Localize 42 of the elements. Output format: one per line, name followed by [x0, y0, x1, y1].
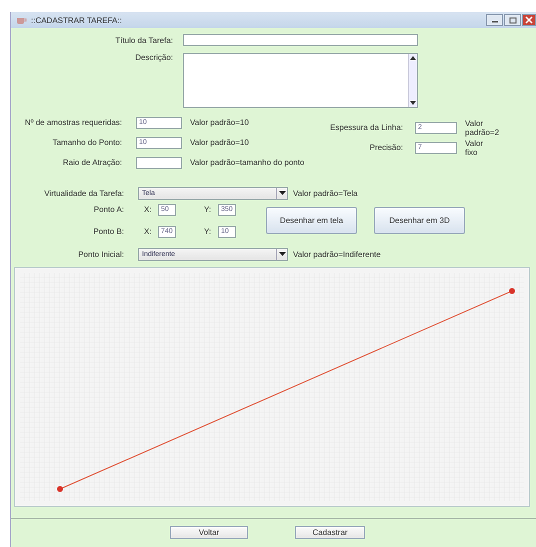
java-cup-icon: [15, 15, 27, 25]
scroll-up-icon: [410, 56, 416, 60]
hint-text: Valor padrão=10: [190, 138, 249, 147]
hint-text: Valor padrão=2: [465, 118, 500, 136]
hint-text: Valor padrão=tamanho do ponto: [190, 158, 304, 167]
field-label: Título da Tarefa:: [114, 36, 173, 44]
hint-text: Valor padrão=Tela: [293, 188, 358, 198]
field-label: Y:: [204, 205, 212, 214]
hint-text: Valor padrão=Indiferente: [293, 250, 381, 258]
draw-button[interactable]: Desenhar em tela: [266, 207, 357, 234]
field-label: Precisão:: [368, 143, 403, 152]
maximize-button[interactable]: [504, 14, 521, 26]
field-label: Ponto A:: [92, 205, 124, 214]
point-marker: [509, 288, 515, 294]
dropdown-arrow-icon: [278, 191, 286, 195]
field-label: X:: [144, 205, 153, 214]
close-button[interactable]: [522, 14, 536, 26]
field-label: Ponto Inicial:: [77, 250, 124, 258]
field-label: Y:: [204, 227, 212, 236]
field-label: Virtualidade da Tarefa:: [43, 188, 124, 198]
number-input[interactable]: [136, 156, 182, 168]
field-label: Espessura da Linha:: [329, 123, 403, 132]
point-marker: [57, 486, 63, 492]
minimize-button[interactable]: [486, 14, 503, 26]
field-label: X:: [144, 227, 153, 236]
scroll-down-icon: [410, 101, 416, 105]
footer-button[interactable]: Cadastrar: [295, 526, 365, 539]
field-label: Tamanho do Ponto:: [52, 138, 122, 147]
draw-button[interactable]: Desenhar em 3D: [374, 207, 465, 234]
field-label: Descrição:: [134, 53, 173, 62]
field-label: Ponto B:: [92, 227, 124, 236]
close-icon: [525, 16, 533, 24]
field-label: Raio de Atração:: [62, 158, 122, 167]
maximize-icon: [508, 16, 516, 24]
hint-text: Valor padrão=10: [190, 118, 249, 127]
footer-button[interactable]: Voltar: [170, 526, 248, 539]
field-label: Nº de amostras requeridas:: [24, 118, 122, 127]
scrollbar[interactable]: [408, 54, 417, 107]
window-title: ::CADASTRAR TAREFA::: [31, 16, 122, 24]
dropdown-arrow-icon: [278, 252, 286, 256]
title-input[interactable]: [183, 34, 418, 46]
hint-text: Valor fixo: [465, 138, 484, 156]
